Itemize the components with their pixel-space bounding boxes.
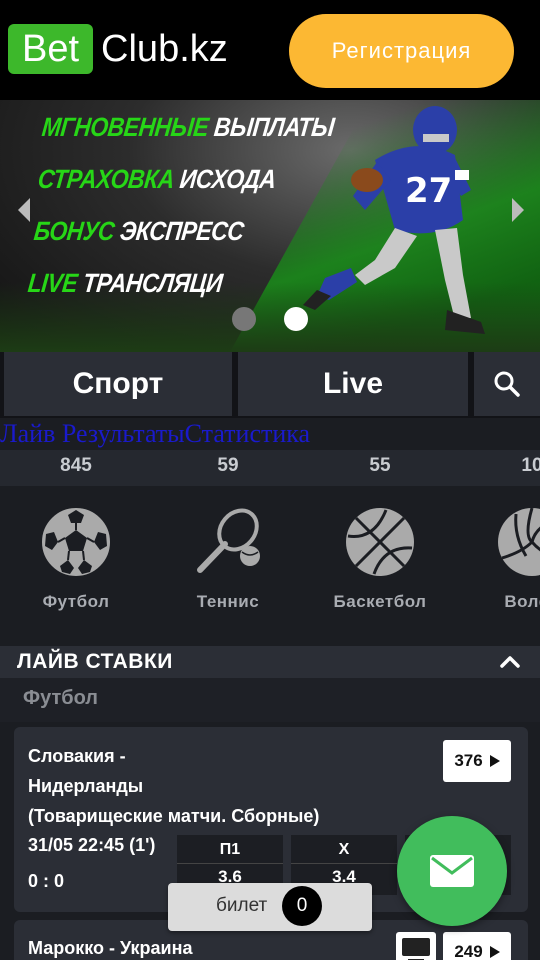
sport-label-basketball: Баскетбол (333, 592, 427, 611)
banner-line-2: СТРАХОВКА ИСХОДА (36, 163, 278, 194)
count-football: 845 (60, 455, 92, 476)
banner-line-1: МГНОВЕННЫЕ ВЫПЛАТЫ (40, 111, 336, 142)
logo[interactable]: Bet Club.kz (8, 24, 228, 74)
bet-slip-button[interactable]: билет 0 (168, 883, 372, 931)
odd-divider (291, 863, 397, 864)
match-time: 31/05 22:45 (1') (28, 835, 156, 855)
play-arrow-icon (489, 946, 500, 958)
sport-label-football: Футбол (42, 592, 110, 611)
tv-icon[interactable] (396, 932, 436, 960)
slide-dot-1[interactable] (232, 307, 256, 331)
tab-sport[interactable]: Спорт (4, 352, 232, 416)
banner-line-3: БОНУС ЭКСПРЕСС (32, 215, 246, 246)
count-volleyball: 10 (521, 455, 540, 476)
mail-button[interactable] (397, 816, 507, 926)
count-tennis: 59 (217, 455, 239, 476)
odd-label: X (338, 841, 350, 858)
sport-item-tennis[interactable]: Теннис (163, 506, 293, 612)
banner-line-4: LIVE ТРАНСЛЯЦИ (26, 267, 224, 298)
category-header: Футбол (0, 678, 540, 722)
bet-slip-label: билет (216, 895, 268, 916)
register-button[interactable]: Регистрация (289, 14, 514, 88)
app-page: Bet Club.kz Регистрация МГНОВЕННЫЕ ВЫПЛА… (0, 0, 540, 960)
match-score: 0 : 0 (28, 871, 65, 891)
football-player-image: 27 (303, 106, 485, 334)
sports-carousel: Футбол Теннис Баскетбол Вол (0, 486, 540, 646)
match-title-line2: Нидерланды (28, 776, 144, 796)
header: Bet Club.kz Регистрация (0, 0, 540, 100)
banner-next-arrow[interactable] (512, 198, 524, 222)
odd-label: П1 (219, 841, 241, 858)
search-icon (494, 371, 520, 397)
tennis-icon (197, 508, 260, 573)
markets-count: 376 (454, 751, 483, 770)
mail-icon (430, 855, 474, 887)
logo-bet: Bet (8, 24, 94, 74)
markets-count-button[interactable]: 376 (443, 740, 511, 782)
live-bets-title: ЛАЙВ СТАВКИ (17, 650, 173, 673)
sport-item-basketball[interactable]: Баскетбол (315, 506, 445, 612)
match-title-line1: Словакия - (28, 746, 126, 766)
football-icon (42, 508, 110, 576)
banner-prev-arrow[interactable] (18, 198, 30, 222)
markets-count: 249 (454, 942, 483, 960)
match-tournament: (Товарищеские матчи. Сборные) (28, 806, 320, 826)
tab-live[interactable]: Live (238, 352, 468, 416)
promo-banner[interactable]: МГНОВЕННЫЕ ВЫПЛАТЫ СТРАХОВКА ИСХОДА БОНУ… (0, 100, 540, 352)
sport-label-tennis: Теннис (196, 592, 260, 611)
sport-item-football[interactable]: Футбол (11, 506, 141, 612)
sport-counts-row: 845 59 55 10 (0, 450, 540, 486)
count-basketball: 55 (369, 455, 391, 476)
odd-divider (177, 863, 283, 864)
play-arrow-icon (489, 755, 500, 767)
basketball-icon (346, 508, 414, 576)
bet-slip-count: 0 (282, 886, 322, 926)
match-title-line1: Марокко - Украина (28, 938, 193, 958)
jersey-number: 27 (405, 171, 452, 211)
slide-dot-2[interactable] (284, 307, 308, 331)
markets-count-button[interactable]: 249 (443, 932, 511, 960)
text-links-row[interactable]: Лайв РезультатыСтатистика (0, 418, 540, 450)
main-nav: Спорт Live (0, 352, 540, 418)
volleyball-icon (498, 507, 540, 576)
search-button[interactable] (474, 352, 540, 416)
category-title: Футбол (23, 687, 99, 709)
sport-label-volleyball: Волей (504, 592, 540, 611)
logo-club: Club.kz (101, 27, 228, 70)
chevron-up-icon[interactable] (500, 652, 520, 672)
live-bets-header[interactable]: ЛАЙВ СТАВКИ (0, 646, 540, 678)
sport-item-volleyball[interactable]: Волей (467, 506, 540, 612)
